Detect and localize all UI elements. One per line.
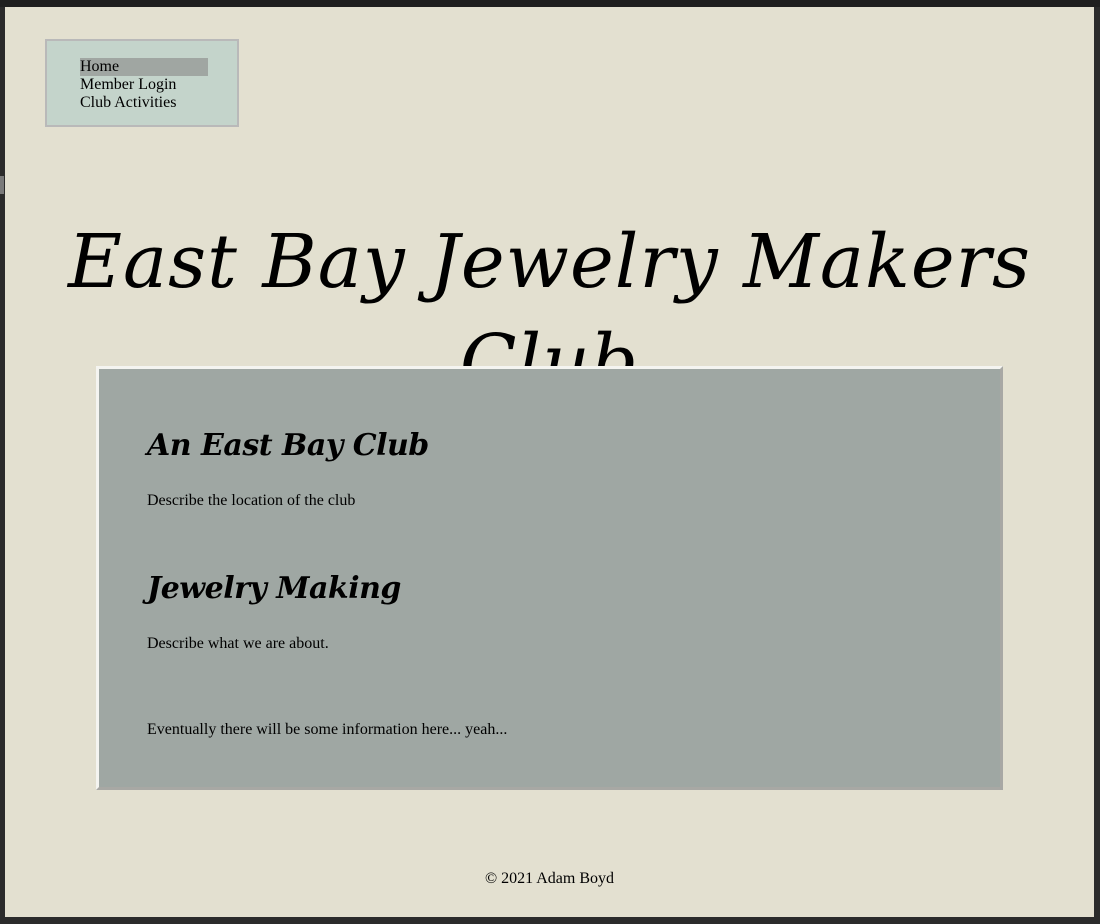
nav-item-club-activities[interactable]: Club Activities xyxy=(80,94,208,112)
info-note: Eventually there will be some informatio… xyxy=(147,721,508,738)
footer-copyright: © 2021 Adam Boyd xyxy=(484,870,615,887)
scrollbar-marker xyxy=(0,176,4,194)
nav-list: Home Member Login Club Activities xyxy=(80,58,208,112)
nav-item-member-login[interactable]: Member Login xyxy=(80,76,208,94)
page: Home Member Login Club Activities East B… xyxy=(5,7,1094,917)
section-text-jewelry: Describe what we are about. xyxy=(147,635,329,652)
section-heading-jewelry: Jewelry Making xyxy=(147,571,401,606)
main-content: An East Bay Club Describe the location o… xyxy=(96,366,1003,790)
section-text-club: Describe the location of the club xyxy=(147,492,356,509)
nav-menu: Home Member Login Club Activities xyxy=(45,39,239,127)
section-heading-club: An East Bay Club xyxy=(147,428,429,463)
nav-item-home[interactable]: Home xyxy=(80,58,208,76)
window-top-strip xyxy=(0,0,1100,7)
